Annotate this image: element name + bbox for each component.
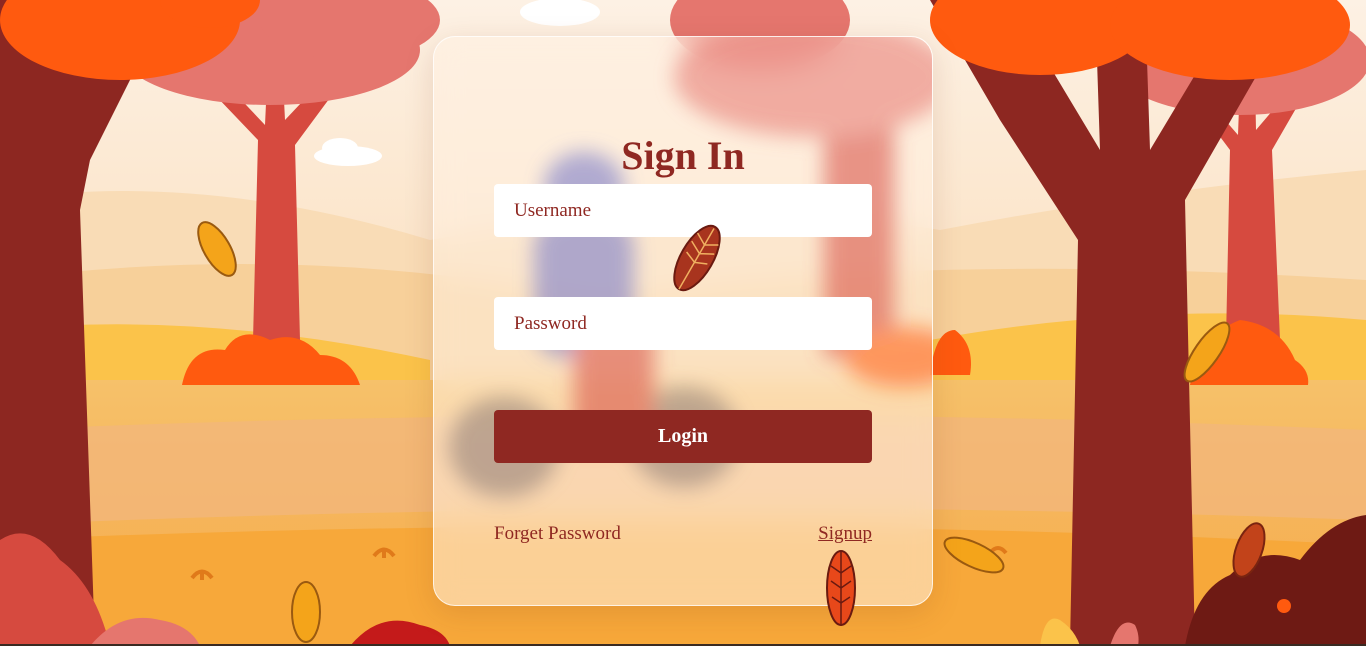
forget-password-link[interactable]: Forget Password	[494, 523, 621, 545]
leaf-icon	[826, 550, 856, 626]
login-button[interactable]: Login	[494, 410, 872, 463]
leaf-icon	[673, 224, 721, 292]
login-card: Sign In Login Forget Password Signup	[433, 36, 933, 606]
signup-link[interactable]: Signup	[818, 523, 872, 545]
password-input[interactable]	[494, 297, 872, 350]
page-title: Sign In	[621, 133, 745, 178]
